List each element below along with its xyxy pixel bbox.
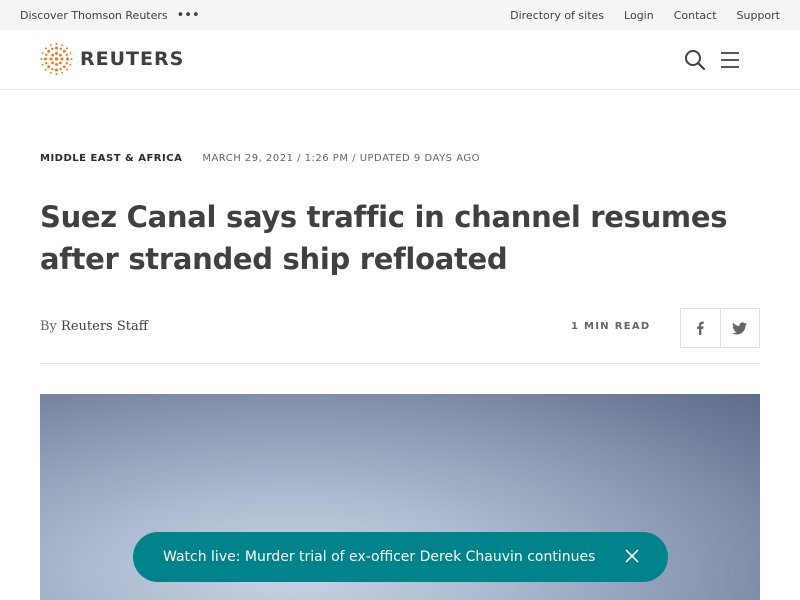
byline-divider xyxy=(40,363,760,364)
top-utility-bar: Discover Thomson Reuters ••• Directory o… xyxy=(0,0,800,30)
reuters-logo[interactable]: REUTERS xyxy=(40,43,184,75)
discover-thomson-reuters[interactable]: Discover Thomson Reuters ••• xyxy=(20,0,200,30)
site-header: REUTERS xyxy=(0,30,800,90)
reuters-wordmark: REUTERS xyxy=(80,48,185,70)
twitter-icon xyxy=(732,321,748,334)
article-kicker: Middle East & Africa March 29, 2021 / 1:… xyxy=(40,153,480,164)
close-x-glyph xyxy=(625,549,639,563)
support-link[interactable]: Support xyxy=(737,9,780,22)
close-icon[interactable] xyxy=(622,546,642,566)
search-icon[interactable] xyxy=(684,49,706,71)
byline: By Reuters Staff xyxy=(40,319,148,334)
facebook-icon xyxy=(697,321,705,335)
article-headline: Suez Canal says traffic in channel resum… xyxy=(40,200,728,276)
hamburger-menu-icon[interactable] xyxy=(720,50,740,70)
read-time: 1 Min Read xyxy=(571,321,651,332)
discover-label[interactable]: Discover Thomson Reuters xyxy=(20,9,168,22)
live-coverage-banner[interactable]: Watch live: Murder trial of ex-officer D… xyxy=(133,532,668,582)
byline-prefix: By xyxy=(40,319,57,334)
facebook-share-button[interactable] xyxy=(681,309,720,347)
login-link[interactable]: Login xyxy=(624,9,654,22)
author-link[interactable]: Reuters Staff xyxy=(61,319,148,334)
reuters-logo-icon xyxy=(40,43,73,75)
utility-links: Directory of sites Login Contact Support xyxy=(490,0,780,30)
more-horizontal-icon[interactable]: ••• xyxy=(177,9,200,22)
twitter-share-button[interactable] xyxy=(719,309,759,347)
section-link[interactable]: Middle East & Africa xyxy=(40,153,182,164)
live-banner-text[interactable]: Watch live: Murder trial of ex-officer D… xyxy=(163,549,595,565)
contact-link[interactable]: Contact xyxy=(674,9,717,22)
article-date: March 29, 2021 / 1:26 PM / Updated 9 day… xyxy=(202,153,480,164)
directory-of-sites-link[interactable]: Directory of sites xyxy=(510,9,604,22)
share-buttons xyxy=(680,308,760,348)
